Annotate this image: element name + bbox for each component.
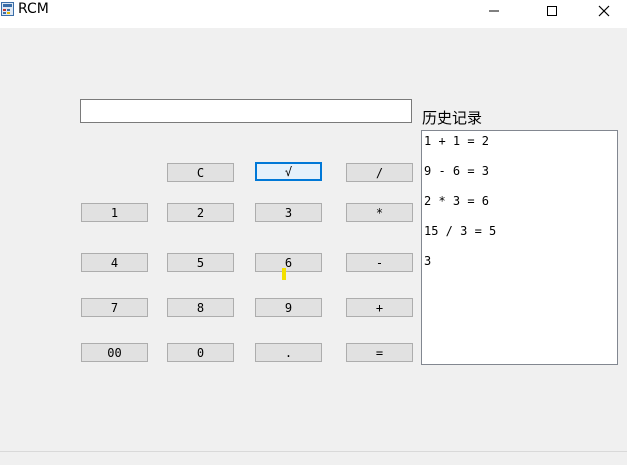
divide-button[interactable]: /	[346, 163, 413, 182]
app-icon	[1, 2, 14, 16]
minimize-icon	[489, 10, 499, 12]
decimal-point-button[interactable]: .	[255, 343, 322, 362]
history-item[interactable]: 15 / 3 = 5	[424, 224, 496, 238]
double-zero-button[interactable]: 00	[81, 343, 148, 362]
calculator-display[interactable]	[80, 99, 412, 123]
title-bar: RCM	[0, 0, 627, 28]
clear-button[interactable]: C	[167, 163, 234, 182]
multiply-button[interactable]: *	[346, 203, 413, 222]
sqrt-button[interactable]: √	[255, 162, 322, 181]
digit-2-button[interactable]: 2	[167, 203, 234, 222]
history-item[interactable]: 3	[424, 254, 431, 268]
digit-8-button[interactable]: 8	[167, 298, 234, 317]
digit-3-button[interactable]: 3	[255, 203, 322, 222]
history-item[interactable]: 1 + 1 = 2	[424, 134, 489, 148]
minus-button[interactable]: -	[346, 253, 413, 272]
digit-4-button[interactable]: 4	[81, 253, 148, 272]
equals-button[interactable]: =	[346, 343, 413, 362]
digit-7-button[interactable]: 7	[81, 298, 148, 317]
maximize-button[interactable]	[523, 0, 581, 22]
digit-1-button[interactable]: 1	[81, 203, 148, 222]
minimize-button[interactable]	[465, 0, 523, 22]
history-item[interactable]: 2 * 3 = 6	[424, 194, 489, 208]
close-button[interactable]	[581, 0, 627, 22]
maximize-icon	[547, 6, 557, 16]
digit-5-button[interactable]: 5	[167, 253, 234, 272]
window-title: RCM	[18, 1, 49, 17]
text-cursor-indicator	[282, 268, 286, 280]
digit-6-button[interactable]: 6	[255, 253, 322, 272]
close-icon	[598, 5, 610, 17]
bottom-divider	[0, 451, 627, 452]
plus-button[interactable]: +	[346, 298, 413, 317]
history-label: 历史记录	[422, 109, 483, 127]
history-item[interactable]: 9 - 6 = 3	[424, 164, 489, 178]
digit-0-button[interactable]: 0	[167, 343, 234, 362]
history-list[interactable]: 1 + 1 = 2 9 - 6 = 3 2 * 3 = 6 15 / 3 = 5…	[421, 130, 618, 365]
digit-9-button[interactable]: 9	[255, 298, 322, 317]
